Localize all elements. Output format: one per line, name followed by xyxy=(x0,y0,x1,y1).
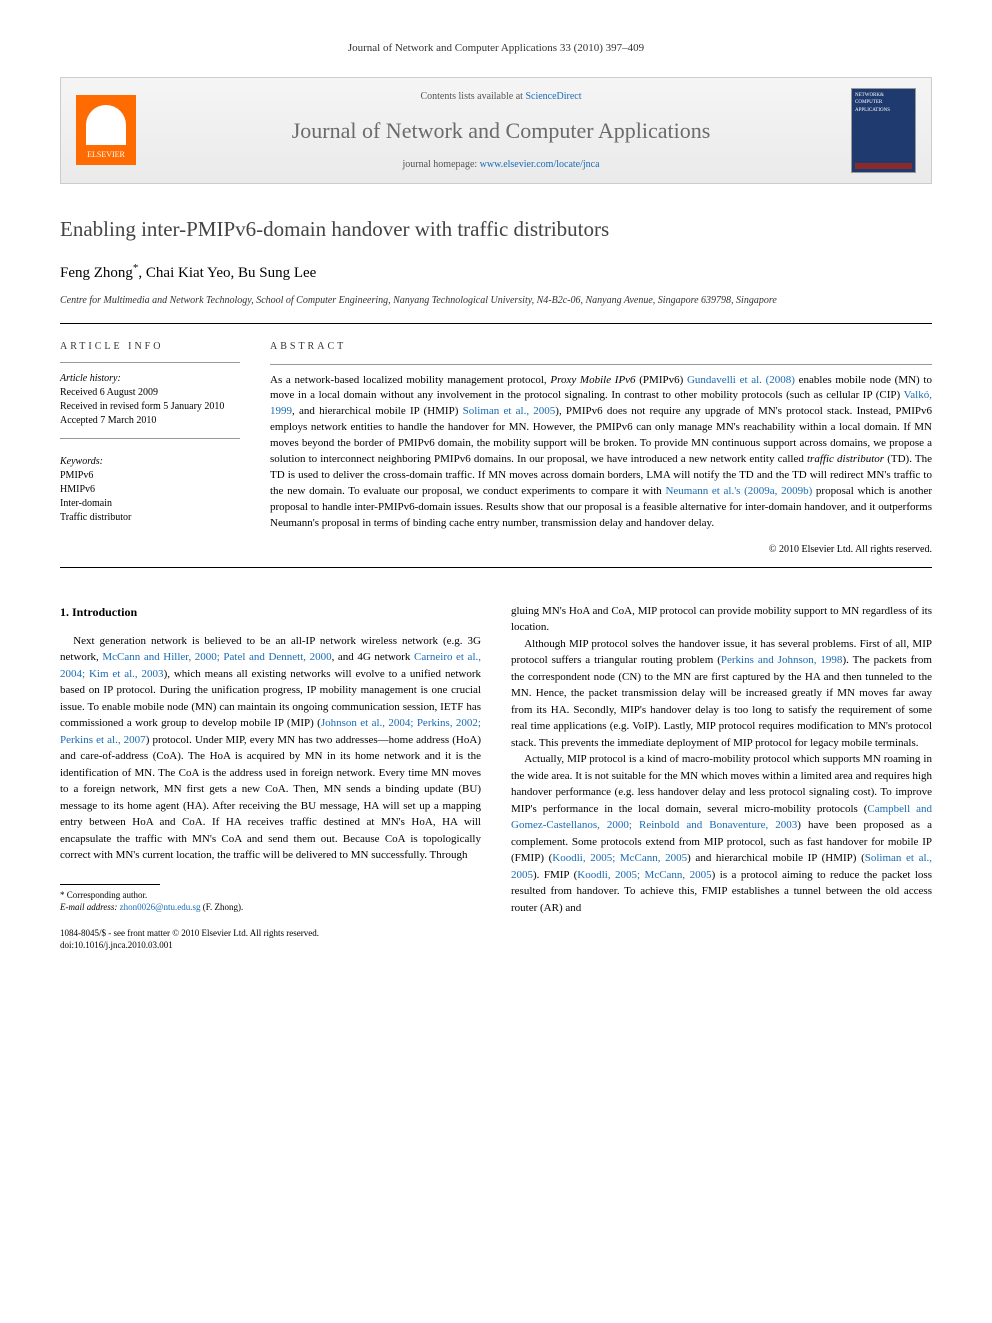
c2p3-c: ) and hierarchical mobile IP (HMIP) ( xyxy=(687,852,865,864)
journal-info: Contents lists available at ScienceDirec… xyxy=(151,89,851,172)
abs-link-4[interactable]: Neumann et al.'s (2009a, 2009b) xyxy=(665,485,812,497)
section-1-heading: 1. Introduction xyxy=(60,603,481,621)
keyword-4: Traffic distributor xyxy=(60,511,240,525)
history-accepted: Accepted 7 March 2010 xyxy=(60,414,240,428)
keywords-block: Keywords: PMIPv6 HMIPv6 Inter-domain Tra… xyxy=(60,454,240,525)
author-1: Feng Zhong xyxy=(60,265,133,281)
affiliation: Centre for Multimedia and Network Techno… xyxy=(60,293,932,308)
footer-meta: 1084-8045/$ - see front matter © 2010 El… xyxy=(60,928,481,951)
contents-line: Contents lists available at ScienceDirec… xyxy=(151,89,851,104)
history-heading: Article history: xyxy=(60,371,240,386)
footnote-corresponding: * Corresponding author. xyxy=(60,890,481,902)
c1p1-link1[interactable]: McCann and Hiller, 2000; Patel and Denne… xyxy=(102,651,331,663)
abstract-rule xyxy=(270,364,932,365)
elsevier-label: ELSEVIER xyxy=(87,149,125,161)
authors-rest: , Chai Kiat Yeo, Bu Sung Lee xyxy=(138,265,316,281)
abs-link-1[interactable]: Gundavelli et al. (2008) xyxy=(687,374,795,386)
abs-italic-1: Proxy Mobile IPv6 xyxy=(550,374,635,386)
email-address[interactable]: zhon0026@ntu.edu.sg xyxy=(120,902,201,912)
homepage-line: journal homepage: www.elsevier.com/locat… xyxy=(151,157,851,172)
info-rule xyxy=(60,362,240,363)
running-header: Journal of Network and Computer Applicat… xyxy=(60,40,932,57)
journal-title: Journal of Network and Computer Applicat… xyxy=(151,114,851,147)
doi-line: doi:10.1016/j.jnca.2010.03.001 xyxy=(60,940,481,952)
col2-paragraph-2: Although MIP protocol solves the handove… xyxy=(511,636,932,752)
keyword-2: HMIPv6 xyxy=(60,483,240,497)
column-right: gluing MN's HoA and CoA, MIP protocol ca… xyxy=(511,603,932,952)
c1p1-b: , and 4G network xyxy=(332,651,414,663)
abs-link-3[interactable]: Soliman et al., 2005 xyxy=(463,405,556,417)
history-revised: Received in revised form 5 January 2010 xyxy=(60,400,240,414)
journal-banner: ELSEVIER Contents lists available at Sci… xyxy=(60,77,932,184)
journal-cover-thumbnail: NETWORK& COMPUTER APPLICATIONS xyxy=(851,88,916,173)
authors: Feng Zhong*, Chai Kiat Yeo, Bu Sung Lee xyxy=(60,260,932,285)
abstract-heading: ABSTRACT xyxy=(270,339,932,354)
abs-t1: As a network-based localized mobility ma… xyxy=(270,374,550,386)
homepage-link[interactable]: www.elsevier.com/locate/jnca xyxy=(480,159,600,170)
c2p3-d: ). FMIP ( xyxy=(533,869,577,881)
issn-line: 1084-8045/$ - see front matter © 2010 El… xyxy=(60,928,481,940)
c2p3-link3[interactable]: Koodli, 2005; McCann, 2005 xyxy=(552,852,687,864)
homepage-prefix: journal homepage: xyxy=(402,159,479,170)
c2p2-link1[interactable]: Perkins and Johnson, 1998 xyxy=(721,654,843,666)
elsevier-tree-icon xyxy=(86,105,126,145)
abstract-copyright: © 2010 Elsevier Ltd. All rights reserved… xyxy=(270,542,932,557)
contents-prefix: Contents lists available at xyxy=(420,91,525,102)
c1p1-d: ) protocol. Under MIP, every MN has two … xyxy=(60,734,481,862)
keyword-3: Inter-domain xyxy=(60,497,240,511)
column-left: 1. Introduction Next generation network … xyxy=(60,603,481,952)
article-title: Enabling inter-PMIPv6-domain handover wi… xyxy=(60,214,932,246)
abstract-block: ABSTRACT As a network-based localized mo… xyxy=(270,339,932,557)
abs-italic-2: traffic distributor xyxy=(807,453,884,465)
footnote-rule xyxy=(60,884,160,885)
email-name: (F. Zhong). xyxy=(200,902,243,912)
c2p2-b: ). The packets from the correspondent no… xyxy=(511,654,932,749)
footnote-email: E-mail address: zhon0026@ntu.edu.sg (F. … xyxy=(60,902,481,914)
col2-paragraph-3: Actually, MIP protocol is a kind of macr… xyxy=(511,751,932,916)
article-info-heading: ARTICLE INFO xyxy=(60,339,240,354)
keywords-heading: Keywords: xyxy=(60,454,240,469)
sciencedirect-link[interactable]: ScienceDirect xyxy=(525,91,581,102)
cover-stripe xyxy=(855,163,912,169)
history-received: Received 6 August 2009 xyxy=(60,386,240,400)
cover-text: NETWORK& COMPUTER APPLICATIONS xyxy=(855,92,912,115)
email-label: E-mail address: xyxy=(60,902,120,912)
col1-paragraph-1: Next generation network is believed to b… xyxy=(60,633,481,864)
c2p3-link5[interactable]: Koodli, 2005; McCann, 2005 xyxy=(577,869,711,881)
keyword-1: PMIPv6 xyxy=(60,469,240,483)
abs-t4: , and hierarchical mobile IP (HMIP) xyxy=(292,405,463,417)
elsevier-logo: ELSEVIER xyxy=(76,95,136,165)
info-rule-2 xyxy=(60,438,240,439)
info-abstract-row: ARTICLE INFO Article history: Received 6… xyxy=(60,339,932,557)
article-info-block: ARTICLE INFO Article history: Received 6… xyxy=(60,339,240,557)
body-columns: 1. Introduction Next generation network … xyxy=(60,603,932,952)
col2-paragraph-1: gluing MN's HoA and CoA, MIP protocol ca… xyxy=(511,603,932,636)
abs-t2: (PMIPv6) xyxy=(636,374,687,386)
rule-below-abstract xyxy=(60,567,932,568)
abstract-text: As a network-based localized mobility ma… xyxy=(270,373,932,532)
rule-above-info xyxy=(60,323,932,324)
